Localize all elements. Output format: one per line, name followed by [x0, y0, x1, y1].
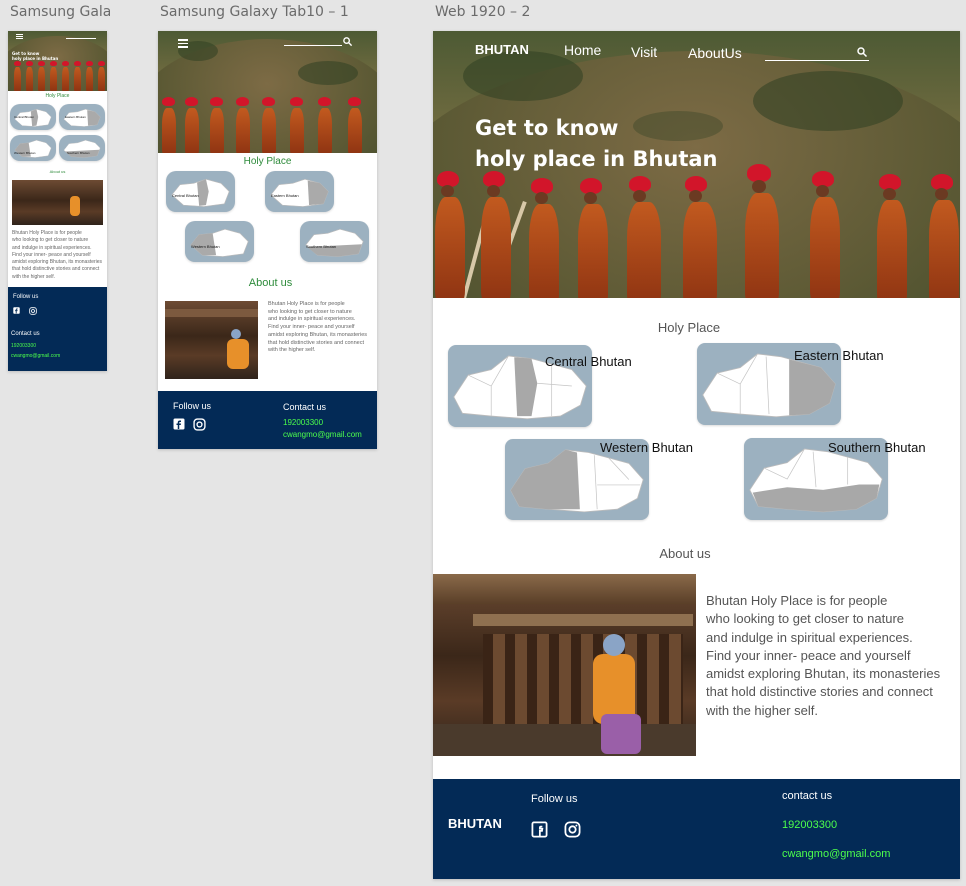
- map-card-western[interactable]: Western Bhutan: [185, 221, 254, 262]
- map-label-western: Western Bhutan: [14, 151, 36, 155]
- map-card-southern[interactable]: Southern Bhutan: [59, 135, 105, 161]
- map-label-central: Central Bhutan: [14, 115, 35, 119]
- tablet-footer: Follow us Contact us 192003300 cwangmo@g…: [158, 391, 377, 449]
- about-text: Bhutan Holy Place is for people who look…: [268, 301, 368, 354]
- tablet-hero: [158, 31, 377, 153]
- artboard-title-web: Web 1920 – 2: [435, 4, 531, 20]
- tablet-artboard: Holy Place Central Bhutan Eastern Bhutan…: [158, 31, 377, 449]
- web-footer: BHUTAN Follow us contact us 192003300 cw…: [433, 779, 960, 879]
- phone-artboard: Get to know holy place in Bhutan Holy Pl…: [8, 31, 107, 371]
- map-label-central: Central Bhutan: [172, 193, 199, 198]
- map-card-central[interactable]: Central Bhutan: [166, 171, 235, 212]
- facebook-icon[interactable]: [531, 821, 548, 838]
- instagram-icon[interactable]: [193, 418, 206, 431]
- contact-email[interactable]: cwangmo@gmail.com: [11, 353, 60, 359]
- about-text: Bhutan Holy Place is for people who look…: [12, 230, 103, 280]
- phone-hero: Get to know holy place in Bhutan: [8, 31, 107, 91]
- contact-us-label: Contact us: [283, 402, 327, 412]
- map-label-southern: Southern Bhutan: [306, 244, 337, 249]
- holy-place-title: Holy Place: [45, 93, 70, 99]
- follow-us-label: Follow us: [531, 793, 578, 805]
- nav-home[interactable]: Home: [564, 42, 601, 58]
- holy-place-title: Holy Place: [657, 320, 721, 335]
- search-icon[interactable]: [856, 46, 868, 58]
- nav-about-us[interactable]: AboutUs: [688, 45, 742, 61]
- instagram-icon[interactable]: [29, 307, 37, 315]
- footer-brand[interactable]: BHUTAN: [448, 816, 502, 831]
- facebook-icon[interactable]: [173, 418, 185, 430]
- brand-logo[interactable]: BHUTAN: [475, 42, 529, 57]
- hamburger-icon[interactable]: [16, 34, 23, 39]
- contact-phone[interactable]: 192003300: [782, 819, 837, 831]
- map-label-eastern: Eastern Bhutan: [65, 115, 86, 119]
- map-label-western: Western Bhutan: [191, 244, 220, 249]
- contact-phone[interactable]: 192003300: [283, 418, 323, 427]
- map-label-central: Central Bhutan: [545, 354, 632, 369]
- about-photo: [12, 180, 103, 225]
- search-input[interactable]: [284, 45, 342, 46]
- map-card-eastern[interactable]: Eastern Bhutan: [59, 104, 105, 130]
- about-title: About us: [659, 546, 711, 561]
- about-text: Bhutan Holy Place is for people who look…: [706, 593, 941, 718]
- contact-phone[interactable]: 192003300: [11, 343, 36, 349]
- hamburger-icon[interactable]: [178, 39, 188, 48]
- instagram-icon[interactable]: [564, 821, 581, 838]
- contact-email[interactable]: cwangmo@gmail.com: [782, 848, 890, 860]
- about-photo: [433, 574, 696, 756]
- about-photo: [165, 301, 258, 379]
- phone-footer: Follow us Contact us 192003300 cwangmo@g…: [8, 287, 107, 371]
- hero-heading-line2: holy place in Bhutan: [12, 56, 59, 61]
- artboard-title-phone: Samsung Gala...: [10, 4, 110, 20]
- map-label-eastern: Eastern Bhutan: [794, 348, 884, 363]
- map-card-eastern[interactable]: Eastern Bhutan: [265, 171, 334, 212]
- map-label-southern: Southern Bhutan: [67, 151, 90, 155]
- search-input[interactable]: [765, 60, 869, 61]
- contact-email[interactable]: cwangmo@gmail.com: [283, 430, 362, 439]
- nav-visit[interactable]: Visit: [631, 44, 657, 60]
- about-title: About us: [248, 277, 293, 289]
- holy-place-title: Holy Place: [243, 156, 292, 167]
- follow-us-label: Follow us: [13, 294, 39, 300]
- map-label-southern: Southern Bhutan: [828, 440, 926, 455]
- contact-us-label: contact us: [782, 790, 833, 802]
- contact-us-label: Contact us: [11, 331, 40, 337]
- hero-heading-line1: Get to know: [475, 116, 619, 140]
- follow-us-label: Follow us: [173, 401, 212, 411]
- map-card-southern[interactable]: Southern Bhutan: [300, 221, 369, 262]
- facebook-icon[interactable]: [13, 307, 20, 314]
- map-label-western: Western Bhutan: [600, 440, 693, 455]
- web-artboard: BHUTAN Home Visit AboutUs Get to know ho…: [433, 31, 960, 879]
- map-card-central[interactable]: Central Bhutan: [10, 104, 56, 130]
- map-label-eastern: Eastern Bhutan: [271, 193, 299, 198]
- hero-heading-line2: holy place in Bhutan: [475, 147, 718, 171]
- search-input[interactable]: [66, 38, 96, 39]
- map-card-western[interactable]: Western Bhutan: [10, 135, 56, 161]
- about-title: About us: [49, 169, 66, 174]
- search-icon[interactable]: [342, 36, 353, 47]
- artboard-title-tablet: Samsung Galaxy Tab10 – 1: [160, 4, 349, 20]
- web-hero: BHUTAN Home Visit AboutUs Get to know ho…: [433, 31, 960, 298]
